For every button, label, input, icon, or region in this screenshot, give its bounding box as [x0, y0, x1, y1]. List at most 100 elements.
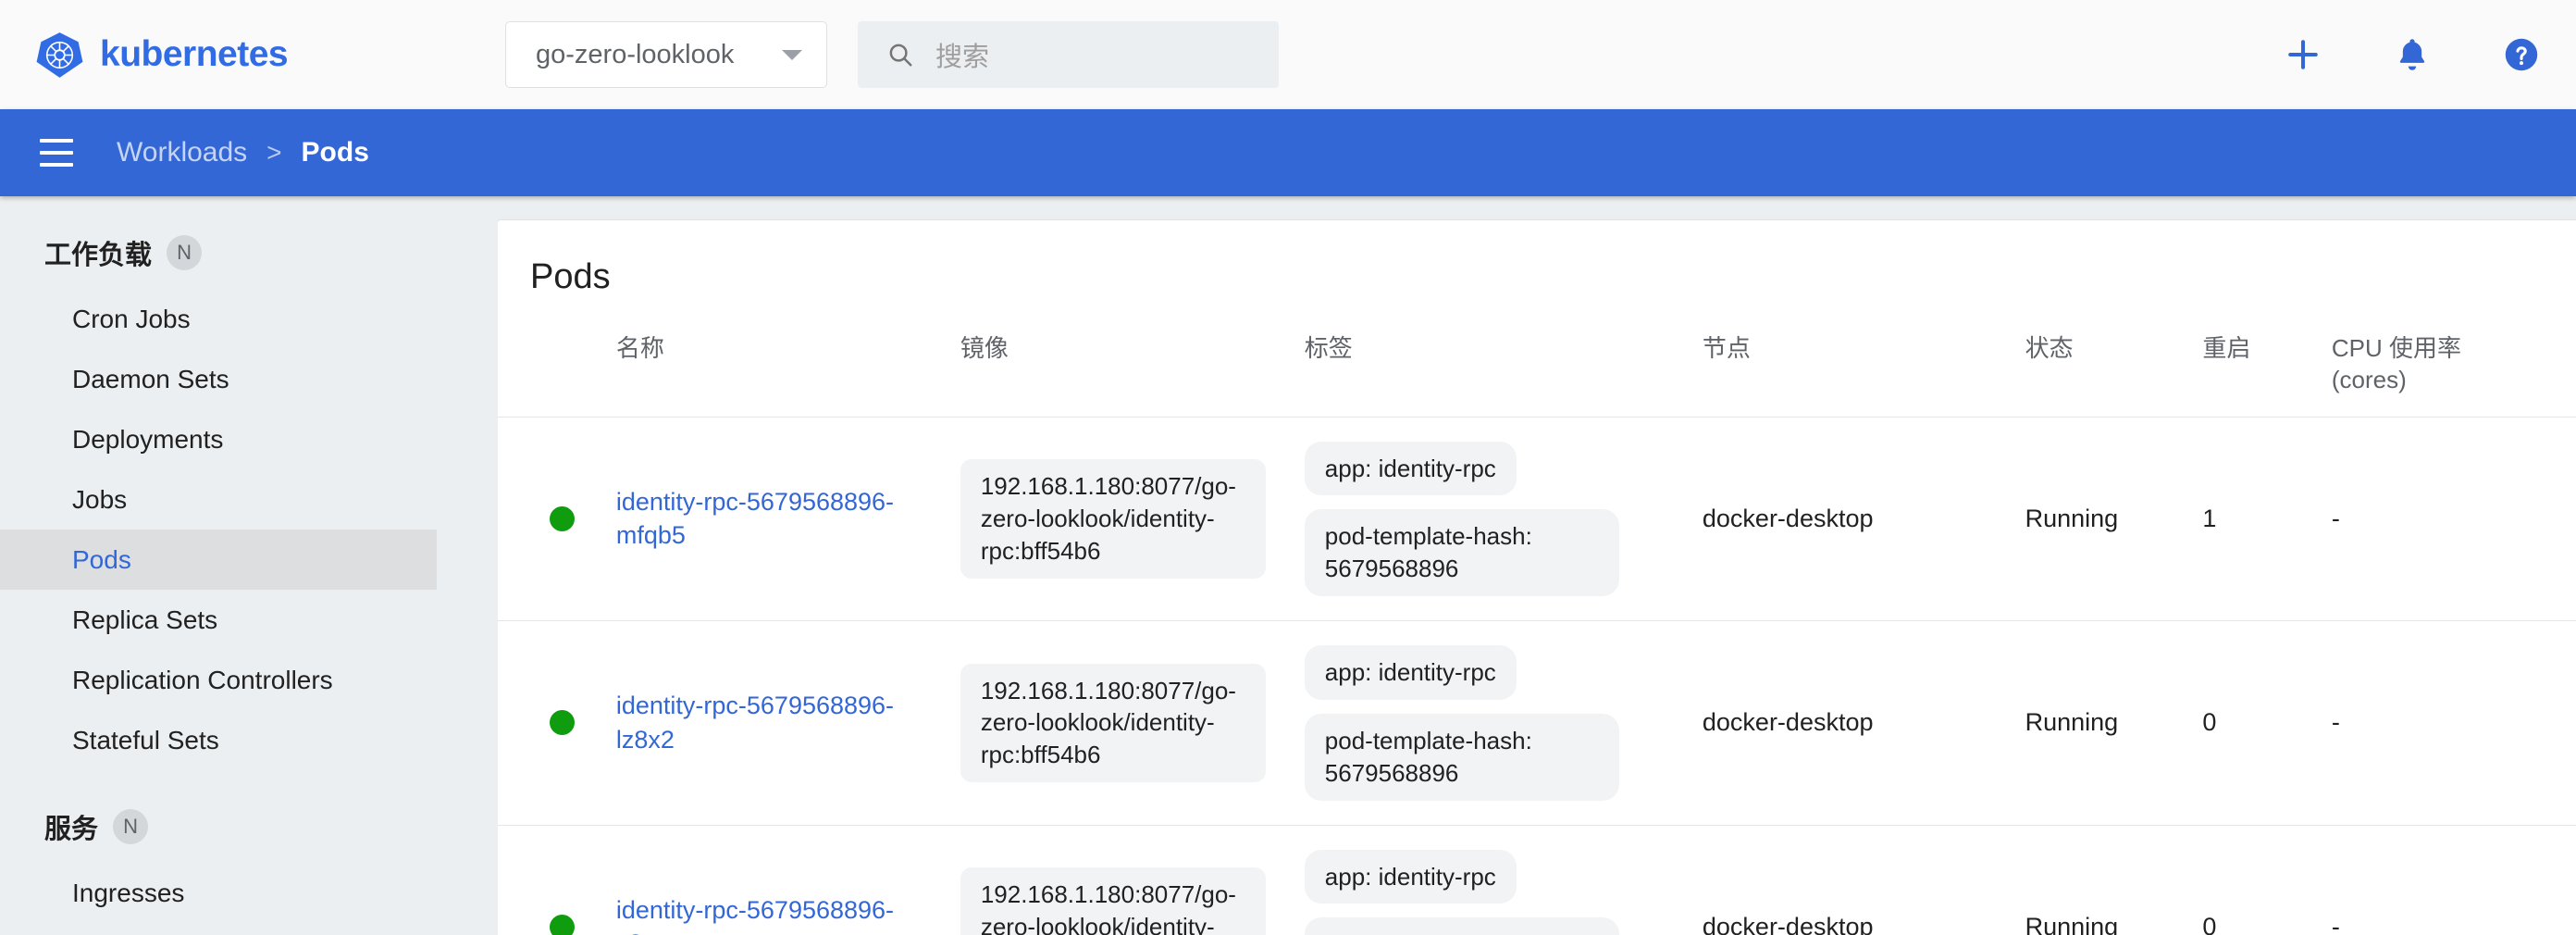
page-title: Pods — [530, 257, 611, 296]
breadcrumb-current-pods: Pods — [301, 137, 369, 168]
pod-name-link[interactable]: identity-rpc-5679568896-mfqb5 — [616, 485, 944, 553]
help-circle-icon — [2501, 34, 2542, 75]
cell-pod-restarts: 0 — [2202, 825, 2331, 935]
main-content: Pods 名称 镜像 标签 节点 状态 重启 CPU 使用率 (cores) i… — [498, 196, 2576, 935]
help-button[interactable] — [2467, 0, 2576, 109]
column-header-status-indicator — [498, 323, 616, 418]
sidebar-section-label: 工作负载 — [44, 241, 153, 270]
namespace-selector[interactable]: go-zero-looklook — [505, 21, 827, 88]
table-row[interactable]: identity-rpc-5679568896-s8pqx 192.168.1.… — [498, 825, 2576, 935]
sidebar-item-replica-sets[interactable]: Replica Sets — [0, 590, 498, 650]
pod-name-link[interactable]: identity-rpc-5679568896-lz8x2 — [616, 689, 944, 756]
table-header-row: 名称 镜像 标签 节点 状态 重启 CPU 使用率 (cores) 内存使 — [498, 323, 2576, 418]
label-chip-pod-template-hash: pod-template-hash: 5679568896 — [1304, 917, 1619, 935]
brand-logo-group[interactable]: kubernetes — [35, 31, 498, 80]
hamburger-menu-icon[interactable] — [28, 124, 85, 181]
table-row[interactable]: identity-rpc-5679568896-mfqb5 192.168.1.… — [498, 417, 2576, 622]
restart-count: 0 — [2202, 708, 2217, 737]
node-name: docker-desktop — [1702, 708, 1874, 737]
label-chip-pod-template-hash: pod-template-hash: 5679568896 — [1304, 509, 1619, 597]
cell-pod-cpu: - — [2332, 825, 2576, 935]
sidebar-item-ingresses[interactable]: Ingresses — [0, 863, 498, 923]
search-input[interactable]: 搜索 — [858, 21, 1279, 88]
column-header-name[interactable]: 名称 — [615, 323, 960, 418]
status-dot-running-icon — [550, 505, 575, 531]
label-chip-app: app: identity-rpc — [1304, 849, 1517, 904]
top-header-bar: kubernetes go-zero-looklook 搜索 — [0, 0, 2576, 109]
create-resource-button[interactable] — [2248, 0, 2358, 109]
cell-pod-labels: app: identity-rpc pod-template-hash: 567… — [1304, 825, 1703, 935]
cell-pod-state: Running — [2025, 620, 2203, 826]
cell-pod-image: 192.168.1.180:8077/go-zero-looklook/iden… — [960, 825, 1305, 935]
search-icon — [880, 41, 921, 69]
namespace-selector-value: go-zero-looklook — [536, 39, 735, 69]
sidebar-item-pods[interactable]: Pods — [0, 530, 437, 590]
sidebar-item-cron-jobs[interactable]: Cron Jobs — [0, 289, 498, 349]
cell-pod-node: docker-desktop — [1703, 825, 2025, 935]
cell-pod-labels: app: identity-rpc pod-template-hash: 567… — [1304, 417, 1703, 622]
bell-notification-icon — [2393, 35, 2432, 74]
sidebar-item-replication-controllers[interactable]: Replication Controllers — [0, 650, 498, 710]
cell-pod-name: identity-rpc-5679568896-lz8x2 — [615, 620, 960, 826]
cell-pod-state: Running — [2025, 417, 2203, 622]
status-dot-running-icon — [550, 914, 575, 935]
image-chip: 192.168.1.180:8077/go-zero-looklook/iden… — [960, 867, 1266, 935]
cell-pod-name: identity-rpc-5679568896-mfqb5 — [615, 417, 960, 622]
label-chip-app: app: identity-rpc — [1304, 645, 1517, 700]
chevron-down-icon — [782, 49, 802, 60]
image-chip: 192.168.1.180:8077/go-zero-looklook/iden… — [960, 459, 1266, 579]
cell-pod-node: docker-desktop — [1702, 417, 2025, 622]
sidebar-item-deployments[interactable]: Deployments — [0, 409, 498, 469]
pods-table-body: identity-rpc-5679568896-mfqb5 192.168.1.… — [498, 417, 2576, 935]
node-name: docker-desktop — [1702, 912, 1874, 935]
column-header-labels[interactable]: 标签 — [1304, 323, 1703, 418]
restart-count: 1 — [2202, 504, 2217, 532]
cell-pod-cpu: - — [2331, 417, 2576, 622]
sidebar-section-services: 服务 N — [0, 794, 498, 859]
sidebar-item-stateful-sets[interactable]: Stateful Sets — [0, 710, 498, 770]
pods-card: Pods 名称 镜像 标签 节点 状态 重启 CPU 使用率 (cores) i… — [498, 220, 2576, 935]
row-status-indicator — [498, 620, 616, 826]
pods-table: 名称 镜像 标签 节点 状态 重启 CPU 使用率 (cores) 内存使 — [498, 323, 2576, 935]
kubernetes-helm-wheel-logo — [35, 31, 84, 80]
column-header-node[interactable]: 节点 — [1702, 323, 2025, 418]
column-header-image[interactable]: 镜像 — [960, 323, 1305, 418]
sidebar-section-label: 服务 — [44, 815, 99, 844]
header-actions — [2248, 0, 2576, 109]
image-chip: 192.168.1.180:8077/go-zero-looklook/iden… — [960, 663, 1266, 783]
node-name: docker-desktop — [1702, 504, 1874, 532]
brand-name: kubernetes — [100, 34, 289, 74]
column-header-state[interactable]: 状态 — [2025, 323, 2203, 418]
cell-pod-image: 192.168.1.180:8077/go-zero-looklook/iden… — [960, 620, 1305, 826]
sidebar-item-jobs[interactable]: Jobs — [0, 469, 498, 530]
status-badge: Running — [2025, 912, 2119, 935]
breadcrumb: Workloads > Pods — [117, 137, 369, 168]
table-row[interactable]: identity-rpc-5679568896-lz8x2 192.168.1.… — [498, 620, 2576, 826]
sidebar-navigation: 工作负载 N Cron Jobs Daemon Sets Deployments… — [0, 196, 498, 935]
column-header-restarts[interactable]: 重启 — [2202, 323, 2332, 418]
sidebar-item-daemon-sets[interactable]: Daemon Sets — [0, 349, 498, 409]
sidebar-section-workloads: 工作负载 N — [0, 220, 498, 285]
notifications-button[interactable] — [2358, 0, 2467, 109]
status-badge: Running — [2025, 504, 2119, 532]
status-badge: Running — [2025, 708, 2119, 737]
namespace-scope-badge: N — [167, 235, 203, 270]
cell-pod-name: identity-rpc-5679568896-s8pqx — [616, 825, 960, 935]
cell-pod-restarts: 1 — [2202, 417, 2332, 622]
column-header-cpu-usage[interactable]: CPU 使用率 (cores) — [2331, 323, 2576, 418]
cell-pod-node: docker-desktop — [1702, 620, 2025, 826]
row-status-indicator — [498, 417, 616, 622]
pod-name-link[interactable]: identity-rpc-5679568896-s8pqx — [616, 893, 944, 935]
column-header-cpu-usage-line1: CPU 使用率 — [2331, 334, 2462, 362]
breadcrumb-separator-icon: > — [266, 138, 282, 167]
cell-pod-cpu: - — [2331, 620, 2576, 826]
breadcrumb-bar: Workloads > Pods — [0, 109, 2576, 196]
row-status-indicator — [498, 825, 616, 935]
restart-count: 0 — [2202, 912, 2217, 935]
label-chip-app: app: identity-rpc — [1304, 441, 1517, 496]
namespace-scope-badge: N — [113, 809, 149, 844]
cpu-usage-value: - — [2331, 504, 2340, 532]
cpu-usage-value: - — [2331, 708, 2340, 737]
breadcrumb-parent-workloads[interactable]: Workloads — [117, 137, 247, 168]
label-chip-pod-template-hash: pod-template-hash: 5679568896 — [1304, 713, 1619, 801]
